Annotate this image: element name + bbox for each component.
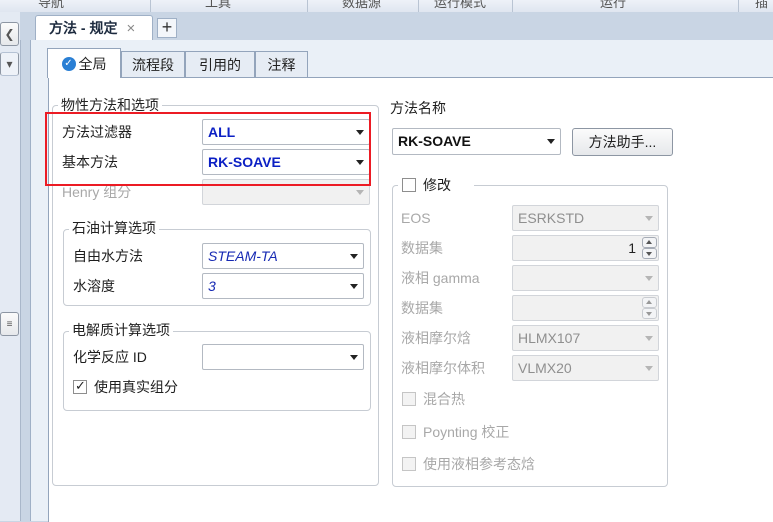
chevron-down-icon <box>350 355 358 360</box>
property-method-group-title: 物性方法和选项 <box>58 97 162 113</box>
heat-of-mixing-checkbox[interactable] <box>402 392 416 406</box>
chevron-down-icon <box>645 216 653 221</box>
dataset-spinner[interactable]: 1 <box>512 235 659 261</box>
free-water-label: 自由水方法 <box>73 248 143 264</box>
tab-global-label: 全局 <box>78 55 107 72</box>
left-navigation-strip: ❮ ▾ ≡ <box>0 12 21 521</box>
spin-down-icon[interactable] <box>642 248 657 259</box>
chevron-down-icon <box>356 190 364 195</box>
liquid-ref-state-label: 使用液相参考态焓 <box>423 456 535 472</box>
tab-global[interactable]: ✓ 全局 <box>47 48 121 78</box>
liquid-molar-enthalpy-select[interactable]: HLMX107 <box>512 325 659 351</box>
chevron-down-icon <box>645 276 653 281</box>
new-tab-button[interactable]: + <box>157 18 177 38</box>
ribbon-item-datasource[interactable]: 数据源 <box>342 0 381 11</box>
liquid-molar-enthalpy-label: 液相摩尔焓 <box>401 330 471 346</box>
liquid-ref-state-checkbox[interactable] <box>402 457 416 471</box>
chevron-down-icon <box>645 366 653 371</box>
splitter-grip-icon[interactable]: ≡ <box>0 312 19 336</box>
chevron-down-icon <box>547 139 555 144</box>
method-name-select[interactable]: RK-SOAVE <box>392 128 561 155</box>
dataset2-label: 数据集 <box>401 300 443 316</box>
chem-id-select[interactable] <box>202 344 364 370</box>
ribbon-item-runmode[interactable]: 运行模式 <box>434 0 486 11</box>
collapse-left-icon[interactable]: ❮ <box>0 22 19 46</box>
chevron-down-icon <box>350 284 358 289</box>
liquid-molar-volume-value: VLMX20 <box>518 360 572 376</box>
poynting-label: Poynting 校正 <box>423 424 510 440</box>
tab-referenced[interactable]: 引用的 <box>185 51 255 77</box>
chem-id-label: 化学反应 ID <box>73 349 147 365</box>
method-name-label: 方法名称 <box>390 100 446 116</box>
tab-label: 注释 <box>267 56 296 73</box>
true-components-checkbox[interactable]: ✓ <box>73 378 87 394</box>
true-components-label: 使用真实组分 <box>94 379 178 395</box>
dataset-label: 数据集 <box>401 240 443 256</box>
eos-label: EOS <box>401 210 431 226</box>
close-icon[interactable]: × <box>126 20 135 37</box>
liquid-molar-enthalpy-value: HLMX107 <box>518 330 581 346</box>
water-solubility-value: 3 <box>208 278 216 294</box>
eos-select[interactable]: ESRKSTD <box>512 205 659 231</box>
free-water-select[interactable]: STEAM-TA <box>202 243 364 269</box>
method-name-value: RK-SOAVE <box>398 133 471 149</box>
doc-tab-methods[interactable]: 方法 - 规定 × <box>35 15 153 40</box>
poynting-checkbox[interactable] <box>402 425 416 439</box>
ribbon-item-tools[interactable]: 工具 <box>205 0 231 11</box>
checkmark-icon: ✓ <box>75 378 86 393</box>
chevron-down-icon <box>645 336 653 341</box>
chevron-down-icon <box>350 254 358 259</box>
doc-tab-title: 方法 - 规定 <box>49 20 118 36</box>
spin-down-icon[interactable] <box>642 308 657 319</box>
dataset2-spinner[interactable] <box>512 295 659 321</box>
water-solubility-label: 水溶度 <box>73 278 115 294</box>
liquid-gamma-select[interactable] <box>512 265 659 291</box>
ribbon-item-more[interactable]: 插 <box>755 0 768 11</box>
tab-label: 引用的 <box>199 56 241 73</box>
check-circle-icon: ✓ <box>61 56 76 71</box>
method-helper-button[interactable]: 方法助手... <box>572 128 673 156</box>
ribbon-item-nav[interactable]: 导航 <box>38 0 64 11</box>
tab-label: 流程段 <box>132 56 174 73</box>
electrolyte-group <box>63 331 371 411</box>
liquid-molar-volume-label: 液相摩尔体积 <box>401 360 485 376</box>
liquid-gamma-label: 液相 gamma <box>401 270 480 286</box>
highlight-box <box>45 112 371 186</box>
eos-value: ESRKSTD <box>518 210 585 226</box>
spin-up-icon[interactable] <box>642 297 657 308</box>
tab-comments[interactable]: 注释 <box>255 51 308 77</box>
heat-of-mixing-label: 混合热 <box>423 391 465 407</box>
modify-checkbox[interactable] <box>402 178 416 192</box>
liquid-molar-volume-select[interactable]: VLMX20 <box>512 355 659 381</box>
dropdown-icon[interactable]: ▾ <box>0 52 19 76</box>
water-solubility-select[interactable]: 3 <box>202 273 364 299</box>
ribbon-item-run[interactable]: 运行 <box>600 0 626 11</box>
dataset-value: 1 <box>628 240 636 256</box>
tab-flowsheet-section[interactable]: 流程段 <box>121 51 185 77</box>
spin-up-icon[interactable] <box>642 237 657 248</box>
petroleum-group-title: 石油计算选项 <box>69 220 159 236</box>
electrolyte-group-title: 电解质计算选项 <box>69 322 173 338</box>
free-water-value: STEAM-TA <box>208 248 278 264</box>
modify-label: 修改 <box>423 177 451 193</box>
